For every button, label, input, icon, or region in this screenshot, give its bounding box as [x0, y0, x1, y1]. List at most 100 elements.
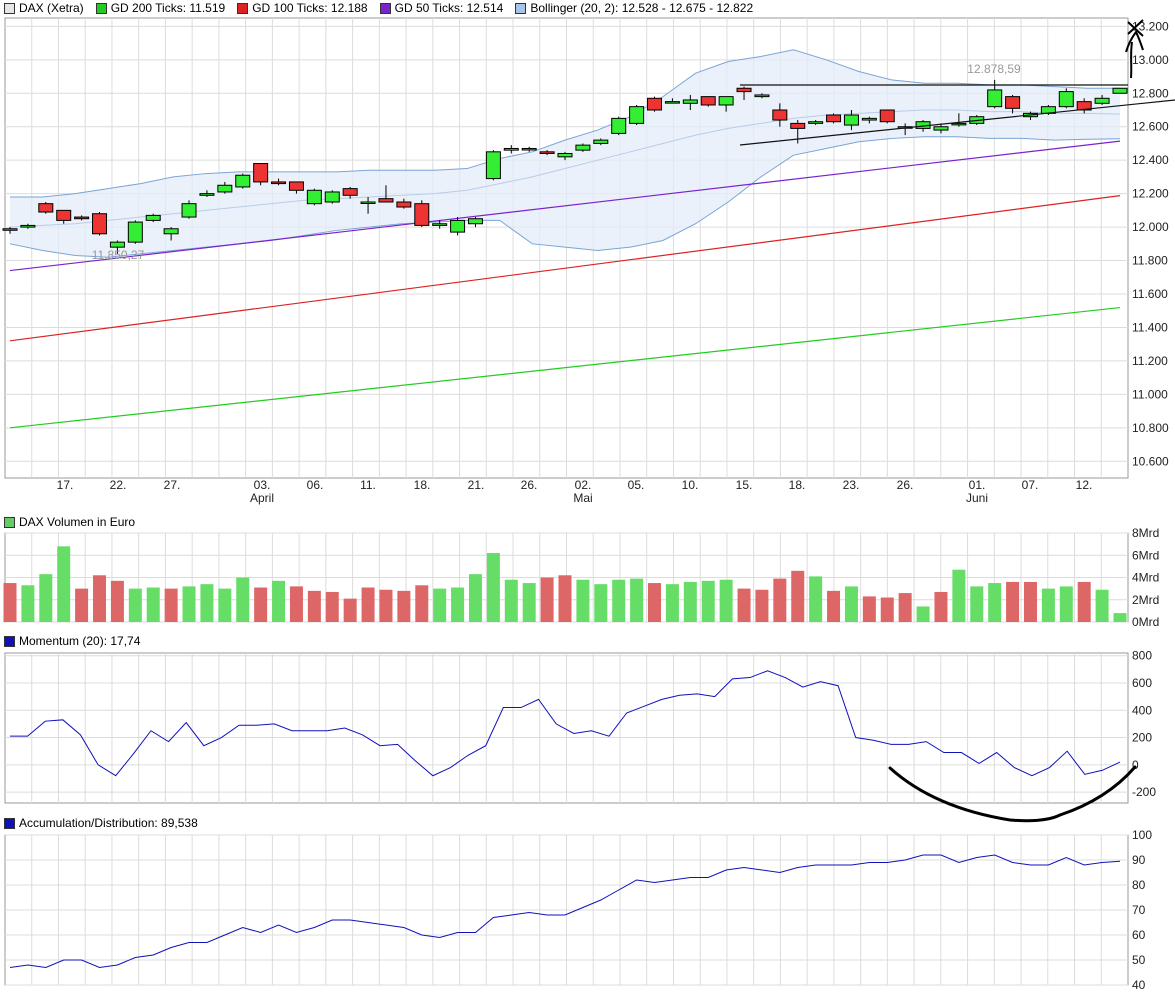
volume-axis-tick-label: 0Mrd	[1132, 615, 1159, 629]
volume-bar	[361, 587, 375, 622]
candle-body	[1005, 96, 1021, 109]
price-axis-tick-label: 13.000	[1132, 53, 1169, 67]
volume-axis-tick-label: 6Mrd	[1132, 548, 1159, 562]
x-axis-day-label: 22.	[110, 478, 127, 492]
candle-body	[808, 121, 824, 124]
price-axis-tick-label: 11.200	[1132, 354, 1168, 368]
candle-body	[2, 228, 18, 231]
volume-bar	[683, 581, 697, 622]
volume-bar	[1095, 589, 1109, 622]
ad-axis-tick-label: 80	[1132, 878, 1146, 892]
candle-body	[826, 114, 842, 123]
x-axis-day-label: 10.	[682, 478, 699, 492]
candle-body	[271, 181, 287, 185]
x-axis-day-label: 18.	[789, 478, 806, 492]
volume-bar	[630, 578, 644, 622]
x-axis-day-label: 26.	[897, 478, 914, 492]
volume-panel: 0Mrd 2Mrd 4Mrd 6Mrd 8Mrd	[3, 526, 1159, 629]
x-axis-month-label: Juni	[966, 491, 988, 505]
volume-bar	[898, 593, 912, 622]
volume-bar	[916, 606, 930, 622]
volume-bar	[254, 587, 268, 622]
volume-bar	[1113, 613, 1127, 622]
candle-body	[306, 189, 322, 205]
volume-bar	[934, 591, 948, 622]
volume-bar	[701, 580, 715, 622]
candle-body	[92, 213, 108, 235]
x-axis-day-label: 26.	[521, 478, 538, 492]
candle-body	[700, 96, 716, 106]
ad-axis-tick-label: 40	[1132, 978, 1146, 992]
x-axis-day-label: 23.	[843, 478, 860, 492]
momentum-axis-tick-label: 200	[1132, 731, 1152, 745]
ad-panel: 40 50 60 70 80 90 100	[4, 828, 1152, 992]
volume-bar	[558, 575, 572, 622]
candle-body	[647, 97, 663, 111]
candle-body	[772, 109, 788, 121]
volume-bar	[952, 569, 966, 622]
x-axis-day-label: 06.	[307, 478, 324, 492]
momentum-axis-tick-label: 800	[1132, 649, 1152, 663]
volume-bar	[200, 584, 214, 622]
candle-body	[396, 201, 412, 208]
candle-body	[432, 223, 448, 226]
price-annotation-high: 12.878,59	[967, 62, 1021, 76]
volume-bar	[146, 587, 160, 622]
momentum-axis-tick-label: 600	[1132, 676, 1152, 690]
ad-axis-tick-label: 60	[1132, 928, 1146, 942]
momentum-axis-tick-label: -200	[1132, 785, 1156, 799]
candle-body	[933, 126, 949, 131]
volume-bar	[862, 596, 876, 622]
candle-body	[145, 214, 161, 221]
candle-body	[342, 188, 358, 196]
x-axis-day-label: 05.	[628, 478, 645, 492]
price-axis-tick-label: 12.800	[1132, 86, 1169, 100]
volume-bar	[1041, 588, 1055, 622]
volume-bar	[880, 597, 894, 622]
candle-body	[593, 139, 609, 144]
candle-body	[521, 147, 537, 151]
price-annotation-low: 11.850,27	[92, 248, 145, 262]
candle-body	[879, 109, 895, 123]
candle-body	[235, 174, 251, 188]
candle-body	[503, 147, 519, 151]
volume-axis-tick-label: 4Mrd	[1132, 571, 1159, 585]
candle-body	[1094, 97, 1110, 104]
volume-bar	[451, 587, 465, 622]
x-axis-day-label: 01.	[969, 478, 986, 492]
price-panel: 10.600 10.800 11.000 11.200 11.400 11.600 11.8…	[2, 17, 1169, 505]
price-axis-tick-label: 10.800	[1132, 421, 1169, 435]
price-axis-tick-label: 12.400	[1132, 153, 1169, 167]
volume-bar	[809, 576, 823, 622]
candle-body	[199, 193, 215, 196]
price-axis-tick-label: 11.400	[1132, 320, 1168, 334]
candle-body	[790, 122, 806, 129]
candle-body	[360, 201, 376, 204]
ad-axis-tick-label: 100	[1132, 828, 1152, 842]
candle-body	[951, 122, 967, 126]
volume-bar	[110, 580, 124, 622]
candle-body	[38, 203, 54, 213]
volume-bar	[719, 579, 733, 622]
volume-bar	[39, 574, 53, 622]
volume-bar	[1077, 581, 1091, 622]
volume-bar	[612, 579, 626, 622]
candle-body	[163, 228, 179, 235]
x-axis-day-label: 11.	[360, 478, 376, 492]
price-axis-tick-label: 10.600	[1132, 454, 1169, 468]
volume-bar	[468, 574, 482, 622]
momentum-axis-tick-label: 400	[1132, 703, 1152, 717]
candle-body	[181, 203, 197, 218]
candle-body	[378, 198, 394, 203]
candle-body	[575, 144, 591, 151]
candle-body	[987, 89, 1003, 108]
candle-body	[288, 181, 304, 191]
volume-bar	[988, 583, 1002, 622]
candle-body	[20, 224, 36, 228]
volume-bar	[236, 577, 250, 622]
candle-body	[754, 94, 770, 98]
ad-axis-tick-label: 70	[1132, 903, 1146, 917]
volume-bar	[844, 586, 858, 622]
candle-body	[664, 101, 680, 104]
volume-bar	[576, 579, 590, 622]
